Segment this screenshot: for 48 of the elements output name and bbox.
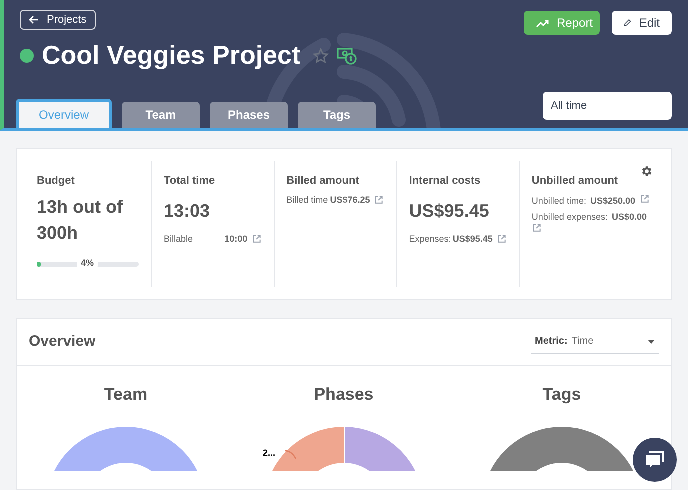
tab[interactable]: Tags [298, 102, 376, 128]
chart-title: Tags [542, 384, 582, 406]
line-label: Billed time [286, 194, 328, 206]
line-amount: US$0.00 [612, 212, 648, 222]
external-link-icon[interactable] [374, 195, 384, 206]
stat-value: 13h out of 300h [37, 196, 124, 244]
stat-title: Billed amount [286, 174, 360, 189]
line-label: Billable [164, 232, 194, 246]
chart-title: Phases [314, 384, 374, 406]
settings-icon[interactable] [640, 165, 653, 178]
line-amount: 10:00 [224, 232, 248, 246]
tab[interactable]: Phases [210, 102, 288, 128]
line-amount: US$76.25 [330, 194, 370, 206]
chart-title: Team [104, 384, 148, 406]
section-title: Overview [29, 332, 96, 352]
arrow-left-icon [29, 15, 39, 25]
chat-bubble-icon [644, 450, 666, 470]
external-link-icon[interactable] [532, 222, 542, 232]
star-icon[interactable] [312, 48, 329, 64]
stat-value: 13:03 [164, 200, 212, 222]
tab[interactable]: Overview [16, 99, 112, 128]
line-amount: US$250.00 [590, 196, 636, 206]
stat-title: Unbilled amount [532, 174, 620, 189]
stat-value: US$95.45 [409, 200, 490, 222]
metric-dropdown[interactable]: Metric: Time [531, 330, 659, 354]
line-label: Unbilled expenses: [532, 212, 608, 222]
stat-title: Total time [164, 174, 216, 189]
project-title: Cool Veggies Project [42, 39, 301, 72]
slice-label: 2... [263, 447, 276, 460]
money-icon [336, 46, 357, 64]
stat-title: Budget [37, 174, 76, 189]
report-button[interactable]: Report [524, 11, 600, 35]
stat-title: Internal costs [409, 174, 482, 189]
leader-line [285, 450, 297, 460]
tab[interactable]: Team [122, 102, 200, 128]
line-amount: US$95.45 [452, 232, 493, 246]
date-range-field[interactable]: All time [543, 92, 672, 120]
back-button[interactable]: Projects [20, 10, 96, 30]
progress-reading: 4% [77, 256, 98, 270]
external-link-icon[interactable] [496, 234, 507, 244]
external-link-icon[interactable] [640, 194, 650, 204]
trend-up-icon [536, 18, 549, 28]
pencil-icon [624, 17, 632, 29]
edit-button[interactable]: Edit [612, 11, 672, 35]
line-label: Unbilled time: [532, 196, 586, 206]
caret-icon [648, 340, 655, 344]
external-link-icon[interactable] [252, 234, 262, 244]
line-label: Expenses: [409, 232, 452, 246]
